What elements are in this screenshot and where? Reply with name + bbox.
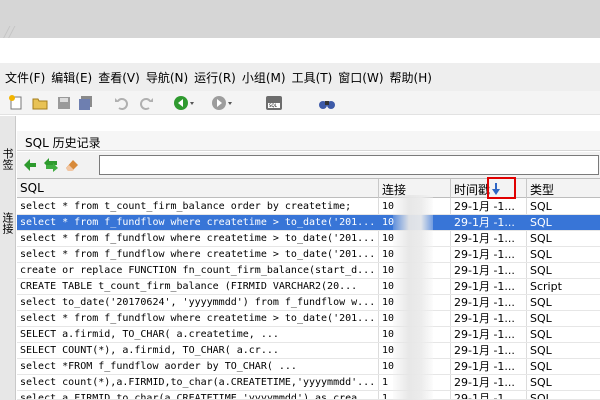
cell-timestamp: 29-1月 -1... [454,264,515,277]
cell-sql: select count(*),a.FIRMID,to_char(a.CREAT… [20,377,376,388]
column-header-timestamp-label: 时间戳 [454,183,491,197]
table-row[interactable]: select * from t_count_firm_balance order… [17,199,600,215]
cell-sql: CREATE TABLE t_count_firm_balance (FIRMI… [20,281,358,292]
menu-run[interactable]: 运行(R) [191,69,239,86]
side-tab-bookmarks[interactable]: 书签 [1,148,15,170]
cell-sql: select * from t_count_firm_balance order… [20,201,352,212]
cell-timestamp: 29-1月 -1... [454,248,515,261]
sql-history-table: SQL 连接 时间戳 类型 select * from t_count_firm… [17,178,600,400]
table-row[interactable]: SELECT COUNT(*), a.firmid, TO_CHAR( a.cr… [17,343,600,359]
sql-history-panel: SQL 历史记录 SQL 连接 时间戳 类型 select * from t_c… [17,116,600,400]
table-row[interactable]: select count(*),a.FIRMID,to_char(a.CREAT… [17,375,600,391]
cell-type: SQL [530,264,552,277]
open-folder-icon[interactable] [30,93,50,113]
cell-type: SQL [530,376,552,389]
main-toolbar: SQL [0,91,600,115]
table-row[interactable]: select *FROM f_fundflow aorder by TO_CHA… [17,359,600,375]
table-row-selected[interactable]: select * from f_fundflow where createtim… [17,215,600,231]
save-all-icon[interactable] [76,93,96,113]
menu-navigate[interactable]: 导航(N) [143,69,191,86]
cell-type: SQL [530,232,552,245]
save-icon[interactable] [54,93,74,113]
menu-help[interactable]: 帮助(H) [387,69,435,86]
table-row[interactable]: CREATE TABLE t_count_firm_balance (FIRMI… [17,279,600,295]
menu-bar: 文件(F) 编辑(E) 查看(V) 导航(N) 运行(R) 小组(M) 工具(T… [0,63,600,91]
new-file-icon[interactable] [6,93,26,113]
menu-view[interactable]: 查看(V) [95,69,143,86]
cell-type: SQL [530,392,552,400]
cell-timestamp: 29-1月 -1... [454,344,515,357]
cell-timestamp: 29-1月 -1... [454,312,515,325]
menu-file[interactable]: 文件(F) [2,69,48,86]
cell-sql: select to_date('20170624', 'yyyymmdd') f… [20,297,376,308]
cell-sql: select * from f_fundflow where createtim… [20,313,376,324]
table-row[interactable]: SELECT a.firmid, TO_CHAR( a.createtime, … [17,327,600,343]
cell-type: SQL [530,200,552,213]
cell-sql: SELECT a.firmid, TO_CHAR( a.createtime, … [20,329,279,340]
sql-history-toolbar [17,152,600,178]
table-row[interactable]: select a.FIRMID,to_char(a.CREATETIME,'yy… [17,391,600,400]
app-logo-ghost: // [4,22,15,42]
cell-sql: select * from f_fundflow where createtim… [20,249,376,260]
clear-history-eraser-icon[interactable] [63,155,81,175]
cell-type: SQL [530,312,552,325]
cell-timestamp: 29-1月 -1... [454,376,515,389]
cell-type: SQL [530,360,552,373]
window-title-bar: // [0,0,600,42]
menu-window[interactable]: 窗口(W) [335,69,386,86]
history-filter-input[interactable] [99,155,599,175]
append-sql-icon[interactable] [21,155,39,175]
cell-timestamp: 29-1月 -1... [454,232,515,245]
table-row[interactable]: create or replace FUNCTION fn_count_firm… [17,263,600,279]
panel-title: SQL 历史记录 [25,136,101,150]
menu-tools[interactable]: 工具(T) [289,69,336,86]
highlight-box [487,177,516,199]
cell-type: SQL [530,248,552,261]
panel-title-bar: SQL 历史记录 [17,131,600,151]
side-dock-strip: 书签 连接 [0,116,16,400]
cell-sql: select a.FIRMID,to_char(a.CREATETIME,'yy… [20,393,376,400]
back-navigate-icon[interactable] [172,93,196,113]
cell-timestamp: 29-1月 -1... [454,296,515,309]
side-tab-connections[interactable]: 连接 [1,212,15,234]
redo-icon[interactable] [136,93,156,113]
cell-sql: select * from f_fundflow where createtim… [20,217,376,228]
cell-timestamp: 29-1月 -1... [454,200,515,213]
svg-text:SQL: SQL [269,103,278,108]
column-header-sql[interactable]: SQL [17,179,379,198]
table-row[interactable]: select to_date('20170624', 'yyyymmdd') f… [17,295,600,311]
cell-type: SQL [530,344,552,357]
undo-icon[interactable] [112,93,132,113]
redaction-blur [393,195,433,400]
cell-sql: select * from f_fundflow where createtim… [20,233,376,244]
cell-timestamp: 29-1月 -1... [454,328,515,341]
forward-navigate-icon[interactable] [210,93,234,113]
table-row[interactable]: select * from f_fundflow where createtim… [17,231,600,247]
sql-worksheet-icon[interactable]: SQL [262,93,286,113]
cell-type: SQL [530,216,552,229]
cell-timestamp: 29-1月 -1... [454,216,515,229]
cell-sql: SELECT COUNT(*), a.firmid, TO_CHAR( a.cr… [20,345,279,356]
table-row[interactable]: select * from f_fundflow where createtim… [17,247,600,263]
table-row[interactable]: select * from f_fundflow where createtim… [17,311,600,327]
cell-timestamp: 29-1月 -1... [454,360,515,373]
cell-sql: create or replace FUNCTION fn_count_firm… [20,265,376,276]
cell-timestamp: 29-1月 -1... [454,392,515,400]
menu-team[interactable]: 小组(M) [239,69,289,86]
cell-type: SQL [530,328,552,341]
cell-sql: select *FROM f_fundflow aorder by TO_CHA… [20,361,297,372]
replace-sql-icon[interactable] [42,155,60,175]
cell-type: SQL [530,296,552,309]
menu-edit[interactable]: 编辑(E) [48,69,95,86]
column-header-type[interactable]: 类型 [527,179,600,198]
monitor-binoculars-icon[interactable] [316,93,338,113]
cell-timestamp: 29-1月 -1... [454,280,515,293]
cell-type: Script [530,280,562,293]
